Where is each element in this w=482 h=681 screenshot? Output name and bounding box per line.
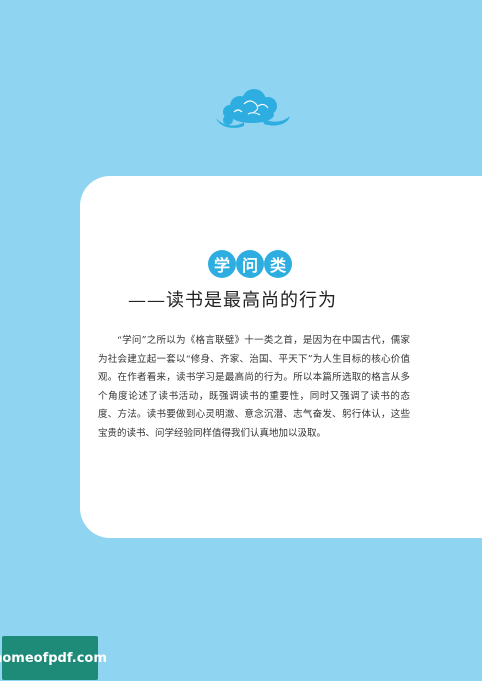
category-badge: 学 问 类: [208, 250, 292, 280]
cloud-ornament-icon: [216, 89, 290, 128]
badge-char: 学: [208, 250, 236, 278]
watermark-link[interactable]: homeofpdf.com: [0, 636, 107, 680]
intro-paragraph: “学问”之所以为《格言联璧》十一类之首，是因为在中国古代，儒家为社会建立起一套以…: [98, 335, 410, 439]
badge-char: 问: [236, 250, 264, 278]
section-title: ——读书是最高尚的行为: [128, 290, 337, 311]
badge-char: 类: [264, 250, 292, 278]
